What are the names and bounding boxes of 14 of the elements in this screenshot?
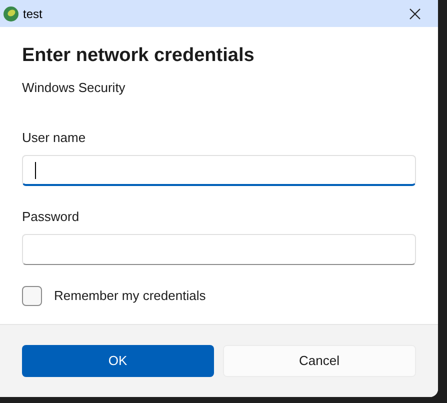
ok-button[interactable]: OK	[22, 345, 214, 377]
cancel-button[interactable]: Cancel	[222, 345, 416, 377]
checkbox-label: Remember my credentials	[54, 287, 206, 306]
field-label: User name	[22, 129, 87, 147]
close-icon	[409, 8, 421, 20]
remember-checkbox[interactable]	[22, 286, 42, 306]
dialog-subtitle: Windows Security	[22, 79, 126, 97]
input-field[interactable]	[22, 155, 416, 186]
dialog-heading: Enter network credentials	[22, 44, 256, 68]
input-field[interactable]	[22, 234, 416, 265]
text-cursor	[35, 162, 36, 178]
app-icon	[3, 6, 19, 22]
field-label: Password	[22, 208, 80, 226]
window-title: test	[23, 6, 42, 22]
